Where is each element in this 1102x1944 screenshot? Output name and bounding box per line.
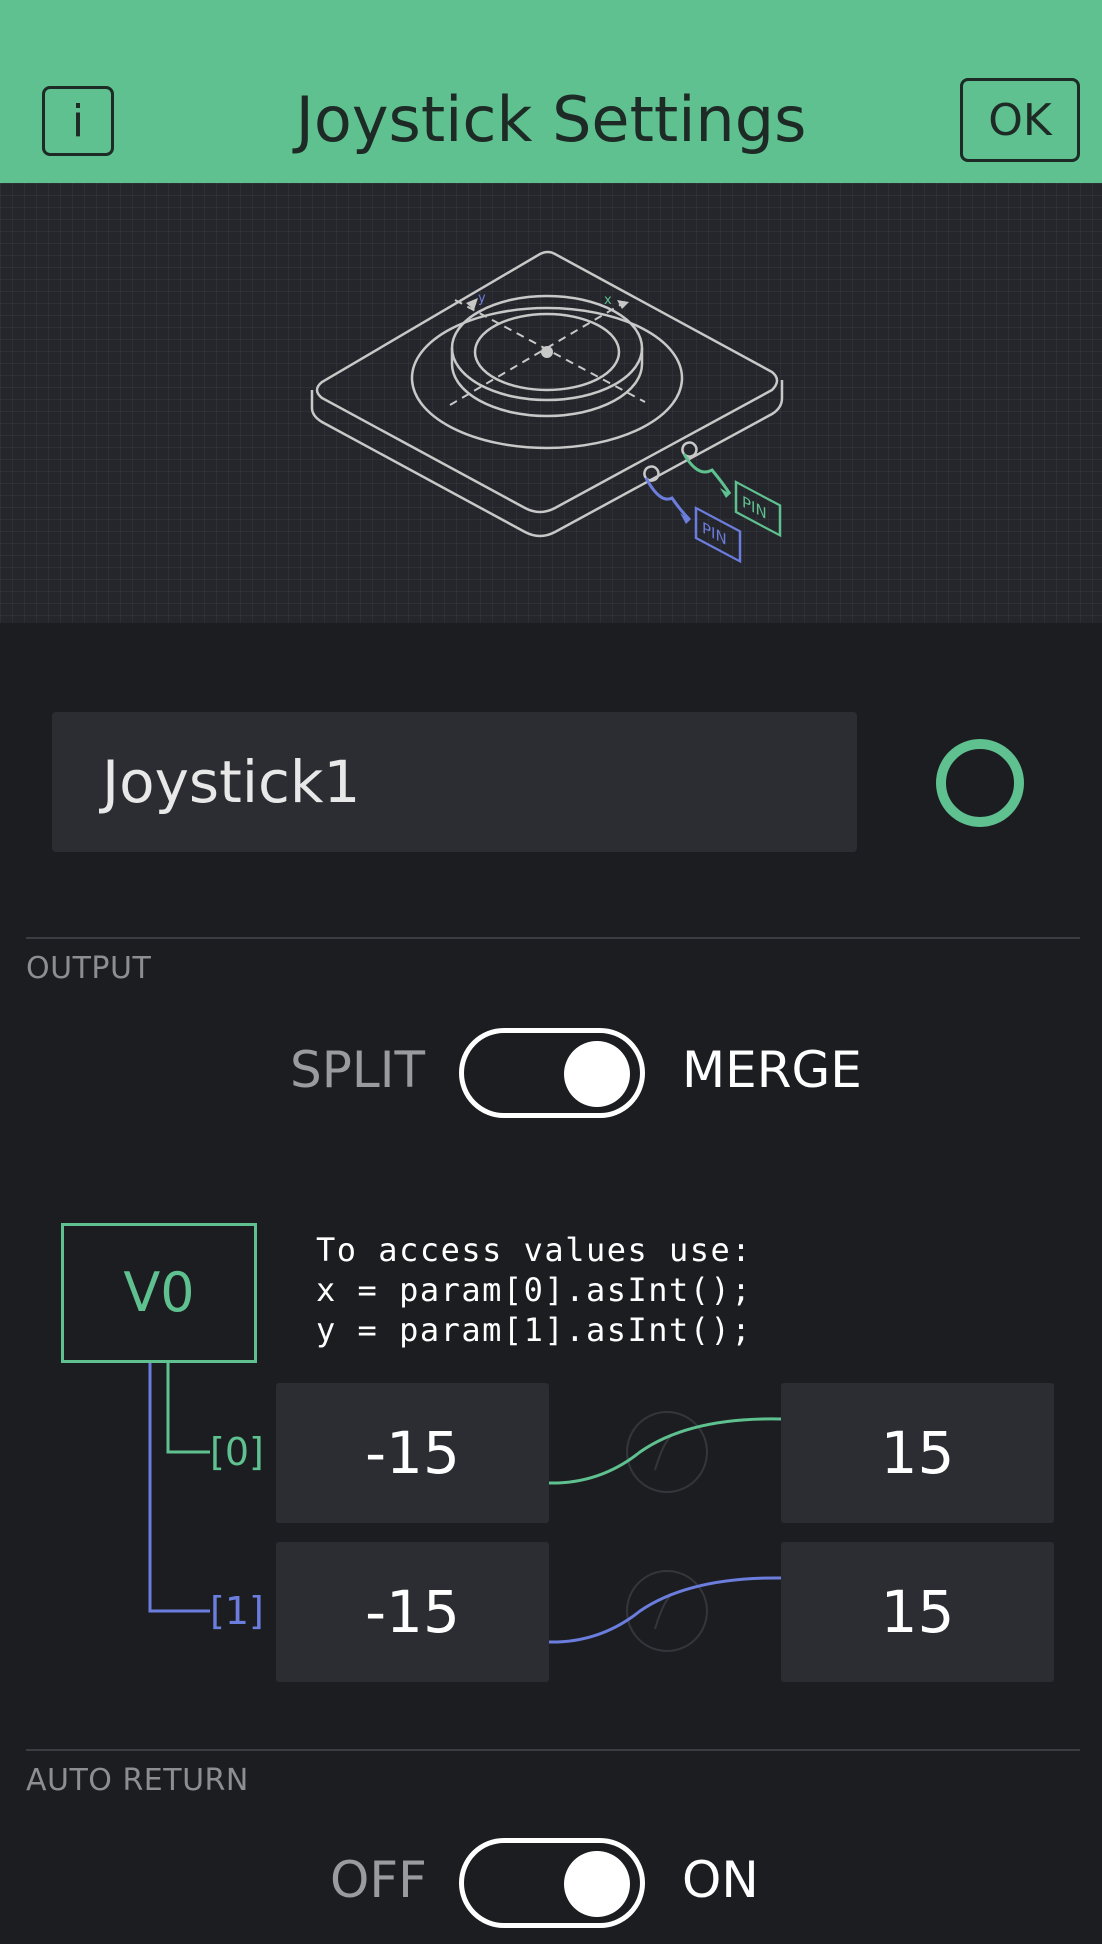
header-bar: i Joystick Settings OK [0, 0, 1102, 183]
curve-icon [548, 1570, 782, 1652]
split-merge-toggle[interactable] [459, 1028, 645, 1118]
svg-text:y: y [478, 291, 486, 306]
color-picker-button[interactable] [936, 739, 1024, 827]
param1-min-input[interactable]: -15 [276, 1542, 549, 1682]
on-label: ON [682, 1851, 759, 1909]
joystick-diagram-icon: y x PIN PIN [310, 250, 784, 564]
ok-button[interactable]: OK [960, 78, 1080, 162]
help-line: y = param[1].asInt(); [316, 1311, 753, 1349]
curve-icon [548, 1411, 782, 1493]
param1-max-input[interactable]: 15 [781, 1542, 1054, 1682]
param-index-0: [0] [210, 1430, 264, 1474]
toggle-knob [564, 1851, 630, 1917]
help-line: To access values use: [316, 1231, 753, 1269]
output-section-label: OUTPUT [26, 951, 152, 986]
help-line: x = param[0].asInt(); [316, 1271, 753, 1309]
joystick-illustration: y x PIN PIN [0, 183, 1102, 623]
param0-min-input[interactable]: -15 [276, 1383, 549, 1523]
svg-text:x: x [604, 293, 612, 308]
param-index-1: [1] [210, 1589, 264, 1633]
virtual-pin-selector[interactable]: V0 [61, 1223, 257, 1363]
toggle-knob [564, 1041, 630, 1107]
merge-label: MERGE [682, 1041, 862, 1099]
page-title: Joystick Settings [295, 83, 807, 156]
split-label: SPLIT [290, 1041, 426, 1099]
widget-name-input[interactable]: Joystick1 [52, 712, 857, 852]
section-divider [26, 937, 1080, 939]
auto-return-toggle[interactable] [459, 1838, 645, 1928]
auto-return-section-label: AUTO RETURN [26, 1763, 249, 1798]
off-label: OFF [330, 1851, 427, 1909]
section-divider [26, 1749, 1080, 1751]
param0-max-input[interactable]: 15 [781, 1383, 1054, 1523]
usage-help-text: To access values use: x = param[0].asInt(… [316, 1230, 752, 1350]
